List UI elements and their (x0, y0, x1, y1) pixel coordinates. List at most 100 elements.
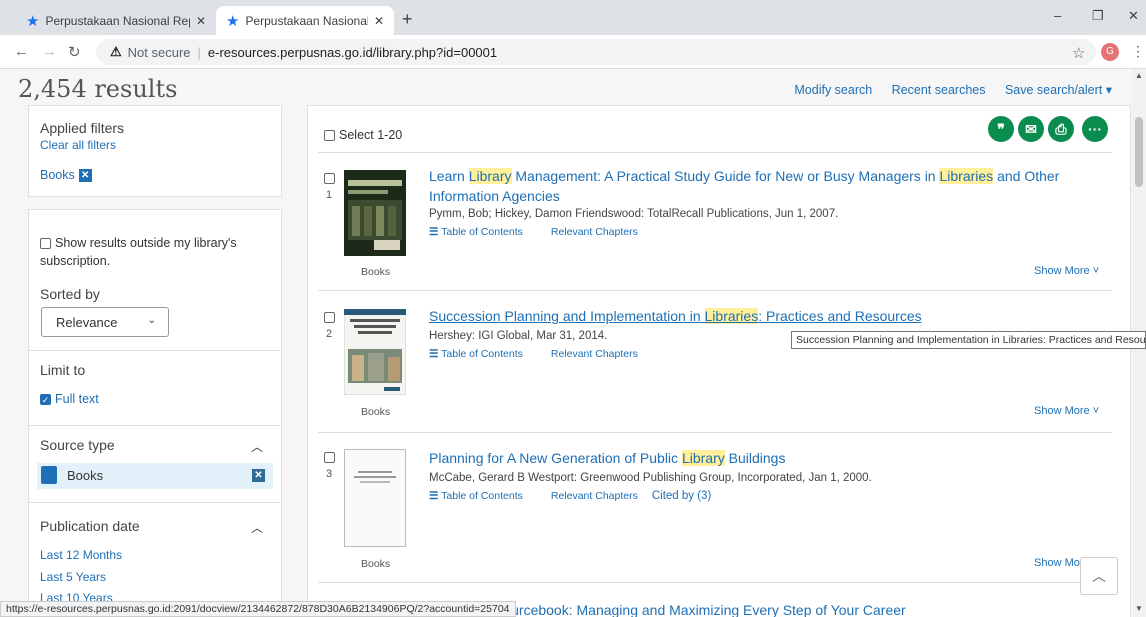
divider (29, 502, 281, 503)
divider: | (197, 44, 201, 60)
forward-icon[interactable]: → (42, 43, 57, 60)
close-window-icon[interactable]: ✕ (1128, 8, 1139, 24)
tab-title: Perpustakaan Nasional Republik (245, 13, 368, 28)
book-cover-image[interactable] (344, 170, 406, 256)
close-tab-icon[interactable]: ✕ (196, 14, 206, 28)
profile-avatar[interactable]: G (1101, 43, 1119, 61)
cite-icon[interactable]: ❞ (988, 116, 1014, 142)
print-icon[interactable]: ⎙ (1048, 116, 1074, 142)
remove-source-icon[interactable]: ✕ (252, 469, 265, 482)
minimize-icon[interactable]: – (1054, 8, 1061, 23)
back-icon[interactable]: ← (14, 43, 29, 60)
chevron-down-icon: ⌄ (147, 315, 156, 326)
address-bar: ← → ↻ ⚠ Not secure | e-resources.perpusn… (0, 35, 1146, 69)
book-cover-image[interactable] (344, 449, 406, 547)
result-number: 1 (326, 189, 333, 201)
title-text: Planning for A New Generation of Public (429, 450, 682, 466)
url-field[interactable]: ⚠ Not secure | e-resources.perpusnas.go.… (96, 39, 1096, 65)
divider (318, 290, 1112, 291)
title-highlight: Libraries (939, 168, 994, 184)
title-highlight: Library (681, 450, 725, 466)
url-text: e-resources.perpusnas.go.id/library.php?… (207, 44, 498, 60)
date-option-5-years[interactable]: Last 5 Years (40, 570, 106, 584)
toc-label: Table of Contents (441, 490, 523, 502)
scroll-to-top-button[interactable]: ︿ (1080, 557, 1118, 595)
show-more-link[interactable]: Show More ˅ (1034, 405, 1099, 417)
result-type: Books (361, 266, 391, 278)
result-authors: Hershey: IGI Global, Mar 31, 2014. (429, 330, 608, 342)
active-filter-chip[interactable]: Books ✕ (40, 168, 92, 183)
show-outside-label: Show results outside my library's subscr… (40, 236, 237, 268)
applied-filters-title: Applied filters (40, 120, 125, 136)
result-number: 2 (326, 328, 333, 340)
new-tab-icon[interactable]: + (402, 9, 413, 30)
chevron-up-icon: ︿ (1092, 568, 1106, 584)
email-icon[interactable]: ✉ (1018, 116, 1044, 142)
cited-by-link[interactable]: Cited by (3) (652, 490, 711, 502)
limit-to-label: Limit to (40, 362, 86, 378)
result-checkbox[interactable] (324, 452, 335, 463)
show-outside-option[interactable]: Show results outside my library's subscr… (40, 234, 270, 270)
full-text-option[interactable]: ✓ Full text (40, 392, 99, 406)
table-of-contents-link[interactable]: ☰ Table of Contents (429, 226, 537, 238)
book-cover-image[interactable] (344, 309, 406, 395)
reload-icon[interactable]: ↻ (68, 43, 81, 61)
result-checkbox[interactable] (324, 312, 335, 323)
more-actions-icon[interactable]: ··· (1082, 116, 1108, 142)
tab-bar: ★ Perpustakaan Nasional Republik ✕ ★ Per… (0, 0, 1146, 35)
full-text-checkbox[interactable]: ✓ (40, 394, 51, 406)
result-title-link[interactable]: Planning for A New Generation of Public … (429, 448, 1069, 468)
result-type: Books (361, 406, 391, 418)
warning-icon: ⚠ (110, 44, 122, 59)
tab-title: Perpustakaan Nasional Republik (45, 13, 189, 28)
list-icon: ☰ (429, 226, 439, 238)
recent-searches-link[interactable]: Recent searches (892, 83, 986, 97)
scroll-down-icon[interactable]: ▼ (1135, 604, 1143, 613)
title-text: Buildings (724, 450, 786, 466)
restore-icon[interactable]: ❐ (1092, 8, 1104, 24)
show-outside-checkbox[interactable] (40, 238, 51, 250)
divider (318, 432, 1112, 433)
modify-search-link[interactable]: Modify search (794, 83, 872, 97)
clear-all-filters-link[interactable]: Clear all filters (40, 138, 116, 152)
star-favicon-icon: ★ (26, 12, 40, 30)
result-title-link[interactable]: Succession Planning and Implementation i… (429, 306, 1069, 326)
active-filter-label: Books (40, 168, 75, 182)
browser-tab-active[interactable]: ★ Perpustakaan Nasional Republik ✕ (216, 6, 394, 35)
scrollbar-thumb[interactable] (1135, 117, 1143, 187)
save-search-link[interactable]: Save search/alert ▾ (1005, 83, 1112, 97)
browser-tab[interactable]: ★ Perpustakaan Nasional Republik ✕ (16, 6, 216, 35)
relevant-chapters-link[interactable]: Relevant Chapters (551, 226, 638, 238)
result-title-link[interactable]: Learn Library Management: A Practical St… (429, 166, 1069, 206)
remove-filter-icon[interactable]: ✕ (78, 169, 92, 183)
result-links: ☰ Table of Contents Relevant Chapters (429, 348, 652, 360)
source-type-value: Books (67, 468, 104, 483)
table-of-contents-link[interactable]: ☰ Table of Contents (429, 490, 537, 502)
show-more-link[interactable]: Show More ˅ (1034, 265, 1099, 277)
select-all-checkbox[interactable] (324, 130, 335, 142)
close-tab-icon[interactable]: ✕ (374, 14, 384, 28)
bookmark-star-icon[interactable]: ☆ (1072, 44, 1085, 62)
not-secure-label: Not secure (127, 44, 191, 60)
browser-menu-icon[interactable]: ⋮ (1131, 43, 1145, 60)
collapse-pub-date-icon[interactable]: ︿ (251, 519, 263, 536)
select-all-option[interactable]: Select 1-20 (324, 128, 402, 142)
collapse-source-type-icon[interactable]: ︿ (251, 438, 263, 455)
sort-select[interactable]: Relevance ⌄ (41, 307, 169, 337)
title-text: Management: A Practical Study Guide for … (511, 168, 940, 184)
result-links: ☰ Table of Contents Relevant Chapters Cite… (429, 490, 725, 502)
divider (29, 425, 281, 426)
relevant-chapters-link[interactable]: Relevant Chapters (551, 490, 638, 502)
date-option-12-months[interactable]: Last 12 Months (40, 548, 122, 562)
scroll-up-icon[interactable]: ▲ (1135, 71, 1143, 80)
result-checkbox[interactable] (324, 173, 335, 184)
table-of-contents-link[interactable]: ☰ Table of Contents (429, 348, 537, 360)
publication-date-label: Publication date (40, 518, 140, 534)
result-authors: McCabe, Gerard B Westport: Greenwood Pub… (429, 472, 872, 484)
title-highlight: Library (468, 168, 512, 184)
relevant-chapters-link[interactable]: Relevant Chapters (551, 348, 638, 360)
result-title-link[interactable]: Sourcebook: Managing and Maximizing Ever… (494, 600, 1132, 617)
source-type-books[interactable]: Books ✕ (37, 463, 273, 489)
result-links: ☰ Table of Contents Relevant Chapters (429, 226, 652, 238)
select-all-label: Select 1-20 (339, 128, 403, 142)
